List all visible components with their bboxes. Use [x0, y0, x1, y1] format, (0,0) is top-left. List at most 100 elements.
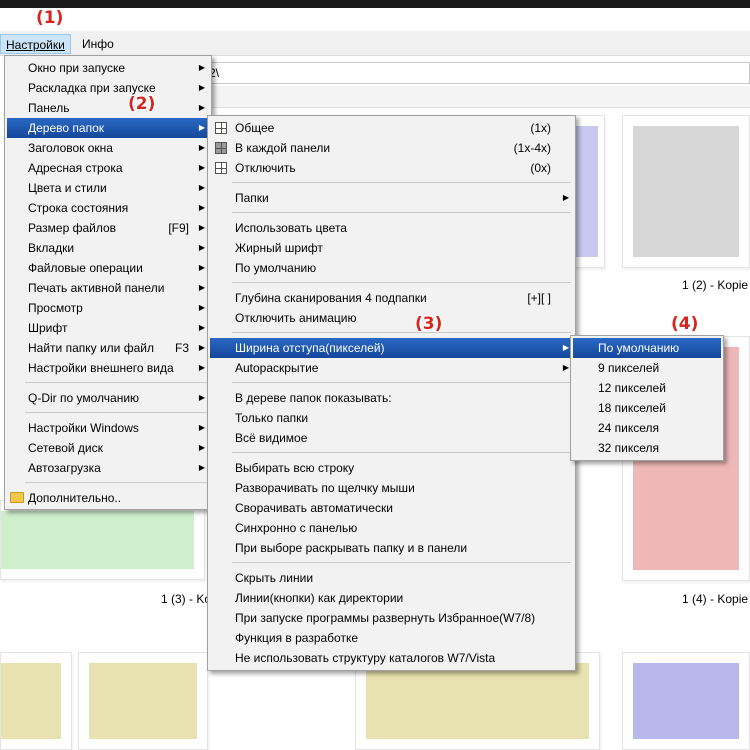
tree-grid-icon: [215, 122, 227, 134]
submenu-arrow-icon: ▶: [562, 363, 569, 372]
thumbnail-blue[interactable]: [622, 652, 750, 750]
submenu-arrow-icon: ▶: [198, 323, 205, 332]
menu-item-tabs[interactable]: Вкладки ▶: [7, 238, 209, 258]
thumbnail-blue-top[interactable]: [575, 115, 605, 268]
menu-item-tree-show-heading: В дереве папок показывать:: [235, 391, 392, 405]
thumbnail-yellow[interactable]: [78, 652, 208, 750]
menu-item-no-w7-structure[interactable]: Не использовать структуру каталогов W7/V…: [210, 648, 573, 668]
thumbnail-yellow[interactable]: [0, 652, 72, 750]
submenu-arrow-icon: ▶: [198, 263, 205, 272]
annotation-1: (1): [36, 8, 64, 28]
menu-item-in-development[interactable]: Функция в разработке: [210, 628, 573, 648]
menu-item-expand-in-panel[interactable]: При выборе раскрывать папку и в панели: [210, 538, 573, 558]
menu-item-autoexpand[interactable]: Autoраскрытие ▶: [210, 358, 573, 378]
submenu-arrow-icon: ▶: [198, 163, 205, 172]
submenu-arrow-icon: ▶: [198, 203, 205, 212]
toolbar-strip: [190, 86, 750, 108]
menu-separator: [232, 282, 571, 283]
menu-info[interactable]: Инфо: [77, 34, 119, 54]
menu-item-file-operations[interactable]: Файловые операции ▶: [7, 258, 209, 278]
menu-item-general[interactable]: Общее (1x): [210, 118, 573, 138]
folder-icon: [10, 492, 24, 503]
settings-menu: Окно при запуске ▶ Раскладка при запуске ▶…: [4, 55, 212, 510]
menu-item-print-panel[interactable]: Печать активной панели ▶: [7, 278, 209, 298]
submenu-arrow-icon: ▶: [198, 183, 205, 192]
menu-item-sync-panel[interactable]: Синхронно с панелью: [210, 518, 573, 538]
thumbnail-grey[interactable]: [622, 115, 750, 268]
menu-item-each-panel[interactable]: В каждой панели (1x-4x): [210, 138, 573, 158]
submenu-arrow-icon: ▶: [198, 343, 205, 352]
menu-item-auto-collapse[interactable]: Сворачивать автоматически: [210, 498, 573, 518]
menu-item-window-title[interactable]: Заголовок окна ▶: [7, 138, 209, 158]
menu-item-scan-depth[interactable]: Глубина сканирования 4 подпапки [+][ ]: [210, 288, 573, 308]
annotation-3: (3): [415, 314, 443, 334]
menu-item-windows-settings[interactable]: Настройки Windows ▶: [7, 418, 209, 438]
menu-item-colors-styles[interactable]: Цвета и стили ▶: [7, 178, 209, 198]
menu-item-network-drive[interactable]: Сетевой диск ▶: [7, 438, 209, 458]
indent-width-menu: По умолчанию 9 пикселей 12 пикселей 18 п…: [570, 335, 724, 461]
submenu-arrow-icon: ▶: [198, 463, 205, 472]
menubar: Настройки Инфо: [0, 31, 750, 56]
menu-item-file-size[interactable]: Размер файлов [F9] ▶: [7, 218, 209, 238]
submenu-arrow-icon: ▶: [198, 143, 205, 152]
title-strip: [0, 0, 750, 8]
menu-item-indent-9[interactable]: 9 пикселей: [573, 358, 721, 378]
submenu-arrow-icon: ▶: [562, 343, 569, 352]
menu-item-status-bar[interactable]: Строка состояния ▶: [7, 198, 209, 218]
menu-item-view[interactable]: Просмотр ▶: [7, 298, 209, 318]
annotation-4: (4): [671, 314, 699, 334]
menu-item-lines-as-dirs[interactable]: Линии(кнопки) как директории: [210, 588, 573, 608]
menu-item-indent-18[interactable]: 18 пикселей: [573, 398, 721, 418]
menu-item-indent-24[interactable]: 24 пикселя: [573, 418, 721, 438]
menu-item-expand-on-click[interactable]: Разворачивать по щелчку мыши: [210, 478, 573, 498]
menu-item-indent-32[interactable]: 32 пикселя: [573, 438, 721, 458]
menu-item-indent-width[interactable]: Ширина отступа(пикселей) ▶: [210, 338, 573, 358]
menu-item-disable-animation[interactable]: Отключить анимацию: [210, 308, 573, 328]
submenu-arrow-icon: ▶: [198, 223, 205, 232]
thumbnail-caption: 1 (2) - Kopie: [682, 278, 749, 292]
menu-item-find[interactable]: Найти папку или файл F3 ▶: [7, 338, 209, 358]
menu-item-folders-only[interactable]: Только папки: [210, 408, 573, 428]
menu-item-default[interactable]: По умолчанию: [210, 258, 573, 278]
menu-item-appearance[interactable]: Настройки внешнего вида ▶: [7, 358, 209, 378]
menu-item-window-on-start[interactable]: Окно при запуске ▶: [7, 58, 209, 78]
menu-item-folder-tree[interactable]: Дерево папок ▶: [7, 118, 209, 138]
menu-separator: [232, 332, 571, 333]
menu-item-autostart[interactable]: Автозагрузка ▶: [7, 458, 209, 478]
submenu-arrow-icon: ▶: [198, 63, 205, 72]
menu-item-panel[interactable]: Панель ▶: [7, 98, 209, 118]
submenu-arrow-icon: ▶: [198, 243, 205, 252]
menu-settings[interactable]: Настройки: [0, 34, 71, 54]
menu-item-indent-12[interactable]: 12 пикселей: [573, 378, 721, 398]
menu-item-qdir-default[interactable]: Q-Dir по умолчанию ▶: [7, 388, 209, 408]
submenu-arrow-icon: ▶: [198, 363, 205, 372]
menu-item-expand-favorites[interactable]: При запуске программы развернуть Избранн…: [210, 608, 573, 628]
submenu-arrow-icon: ▶: [198, 83, 205, 92]
menu-separator: [232, 212, 571, 213]
menu-item-indent-default[interactable]: По умолчанию: [573, 338, 721, 358]
submenu-arrow-icon: ▶: [198, 393, 205, 402]
menu-item-folders[interactable]: Папки ▶: [210, 188, 573, 208]
address-bar[interactable]: 2\: [190, 62, 750, 84]
submenu-arrow-icon: ▶: [562, 193, 569, 202]
menu-item-font[interactable]: Шрифт ▶: [7, 318, 209, 338]
menu-item-bold-font[interactable]: Жирный шрифт: [210, 238, 573, 258]
thumbnail-caption: 1 (4) - Kopie: [682, 592, 749, 606]
thumbnail-caption: 1 (3) - Ko: [161, 592, 212, 606]
tree-grid-icon: [215, 162, 227, 174]
submenu-arrow-icon: ▶: [198, 423, 205, 432]
submenu-arrow-icon: ▶: [198, 103, 205, 112]
menu-item-address-bar[interactable]: Адресная строка ▶: [7, 158, 209, 178]
menu-item-all-visible[interactable]: Всё видимое: [210, 428, 573, 448]
menu-separator: [25, 412, 207, 413]
menu-item-layout-on-start[interactable]: Раскладка при запуске ▶: [7, 78, 209, 98]
menu-item-advanced[interactable]: Дополнительно..: [7, 488, 209, 508]
menu-item-use-colors[interactable]: Использовать цвета: [210, 218, 573, 238]
menu-item-disable[interactable]: Отключить (0x): [210, 158, 573, 178]
menu-separator: [232, 182, 571, 183]
menu-separator: [232, 562, 571, 563]
menu-item-select-full-row[interactable]: Выбирать всю строку: [210, 458, 573, 478]
menu-item-hide-lines[interactable]: Скрыть линии: [210, 568, 573, 588]
submenu-arrow-icon: ▶: [198, 283, 205, 292]
thumbnail-green[interactable]: [0, 500, 205, 580]
